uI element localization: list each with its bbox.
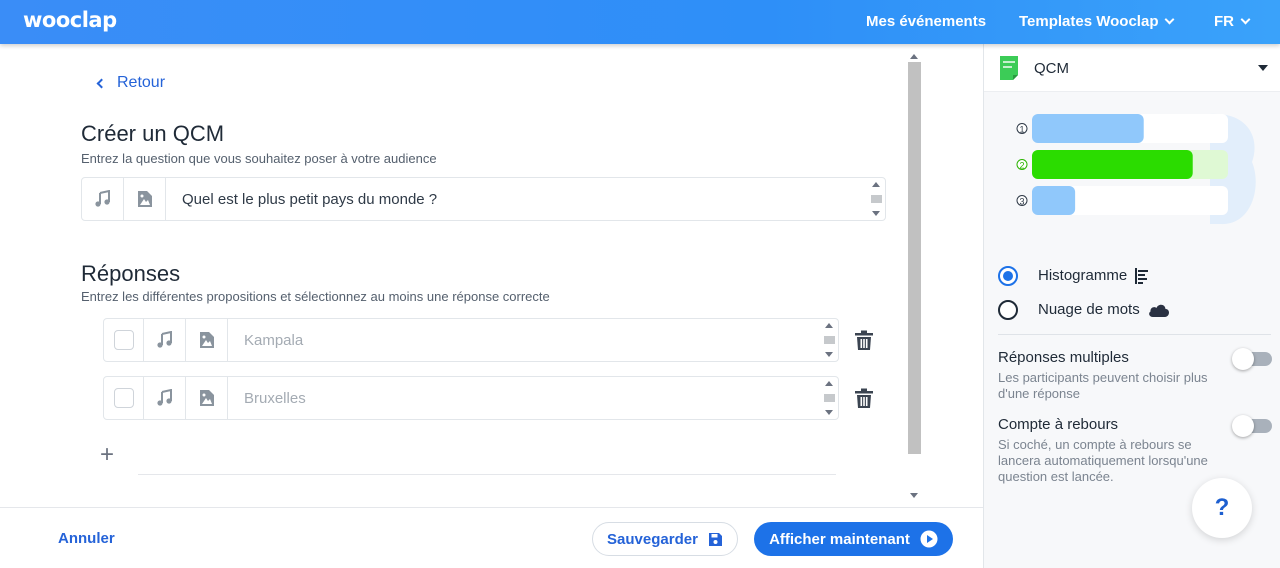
show-now-button[interactable]: Afficher maintenant	[754, 522, 953, 556]
page-title: Créer un QCM	[81, 121, 225, 146]
preview-number: 1	[1019, 125, 1024, 135]
preview-bar	[1032, 114, 1144, 143]
question-type-label: QCM	[1034, 60, 1069, 77]
add-image-button[interactable]	[186, 377, 228, 419]
checkbox-box	[113, 330, 134, 350]
preview-bar	[1032, 186, 1076, 215]
scroll-up-icon	[872, 182, 880, 187]
scroll-up-icon	[910, 54, 918, 59]
save-button-label: Sauvegarder	[607, 530, 698, 548]
floppy-disk-icon	[708, 532, 722, 546]
editor-footer: Annuler Sauvegarder Afficher maintenant	[0, 507, 983, 568]
nav-templates[interactable]: Templates Wooclap	[1019, 13, 1175, 30]
divider	[138, 474, 836, 475]
cancel-button[interactable]: Annuler	[58, 530, 115, 547]
nav-language-label: FR	[1214, 13, 1234, 30]
checkbox-box	[113, 388, 134, 408]
answers-title: Réponses	[81, 261, 181, 286]
music-note-icon	[94, 190, 110, 207]
question-field: Quel est le plus petit pays du monde ?	[81, 177, 886, 221]
delete-answer-button[interactable]	[854, 388, 874, 414]
multiple-answers-title: Réponses multiples	[998, 349, 1129, 366]
question-settings-panel: QCM 1 2 3 Histogramme Nuage de mots Répons…	[983, 44, 1280, 568]
histogram-radio[interactable]	[998, 266, 1018, 286]
multiple-answers-toggle[interactable]	[1232, 348, 1272, 370]
scroll-up-icon	[825, 381, 833, 386]
back-link-label: Retour	[117, 74, 166, 91]
cloud-icon	[1148, 304, 1169, 317]
delete-answer-button[interactable]	[854, 330, 874, 356]
caret-down-icon	[1258, 65, 1268, 71]
answer-row: Kampala	[103, 318, 839, 362]
countdown-title: Compte à rebours	[998, 416, 1119, 433]
scroll-down-icon	[910, 493, 918, 498]
show-now-button-label: Afficher maintenant	[769, 530, 910, 548]
music-note-icon	[156, 389, 172, 406]
scroll-thumb	[870, 195, 882, 203]
save-button[interactable]: Sauvegarder	[592, 522, 738, 556]
preview-bar	[1032, 150, 1193, 179]
play-circle-icon	[920, 530, 938, 548]
scroll-thumb	[823, 394, 835, 402]
add-image-button[interactable]	[186, 319, 228, 361]
scroll-up-icon	[825, 323, 833, 328]
nav-my-events[interactable]: Mes événements	[866, 13, 986, 30]
add-audio-button[interactable]	[144, 319, 186, 361]
nav-my-events-label: Mes événements	[866, 13, 987, 30]
question-scrollbar[interactable]	[867, 178, 885, 220]
trash-icon	[855, 330, 873, 350]
answer-input[interactable]: Bruxelles	[228, 377, 820, 419]
question-type-selector[interactable]: QCM	[984, 44, 1280, 92]
histogram-preview: 1 2 3	[1016, 113, 1256, 225]
wooclap-logo[interactable]: wooclap	[23, 8, 117, 32]
nav-templates-label: Templates Wooclap	[1019, 13, 1159, 30]
back-link[interactable]: Retour	[96, 74, 166, 92]
correct-answer-checkbox[interactable]	[104, 377, 144, 419]
word-cloud-radio[interactable]	[998, 300, 1018, 320]
image-file-icon	[137, 191, 152, 207]
help-button[interactable]: ?	[1192, 478, 1252, 538]
page-subtitle: Entrez la question que vous souhaitez po…	[81, 151, 437, 166]
correct-answer-checkbox[interactable]	[104, 319, 144, 361]
image-file-icon	[199, 390, 214, 406]
add-answer-button[interactable]: +	[100, 441, 114, 469]
question-input[interactable]: Quel est le plus petit pays du monde ?	[166, 178, 867, 220]
preview-number: 2	[1019, 161, 1024, 171]
panel-divider	[998, 334, 1271, 335]
nav-language[interactable]: FR	[1214, 13, 1251, 30]
scroll-down-icon	[872, 211, 880, 216]
histogram-label: Histogramme	[1038, 267, 1128, 284]
editor-scroll-thumb[interactable]	[908, 62, 921, 454]
word-cloud-option[interactable]: Nuage de mots	[1038, 301, 1170, 318]
scroll-thumb	[823, 336, 835, 344]
image-file-icon	[199, 332, 214, 348]
add-image-button[interactable]	[124, 178, 166, 220]
qcm-type-icon	[1000, 56, 1018, 80]
countdown-description: Si coché, un compte à rebours se lancera…	[998, 437, 1208, 484]
chevron-down-icon	[1165, 14, 1175, 25]
chevron-left-icon	[96, 78, 107, 88]
scroll-down-icon	[825, 352, 833, 357]
preview-number: 3	[1019, 197, 1024, 207]
answer-row: Bruxelles	[103, 376, 839, 420]
add-audio-button[interactable]	[82, 178, 124, 220]
trash-icon	[855, 388, 873, 408]
editor-scrollbar[interactable]	[906, 52, 922, 502]
answer-input[interactable]: Kampala	[228, 319, 820, 361]
histogram-icon	[1135, 267, 1149, 284]
chevron-down-icon	[1240, 14, 1251, 25]
word-cloud-label: Nuage de mots	[1038, 301, 1140, 318]
top-bar: wooclap Mes événements Templates Wooclap…	[0, 0, 1280, 44]
answer-scrollbar[interactable]	[820, 319, 838, 361]
countdown-toggle[interactable]	[1232, 415, 1272, 437]
question-editor: Retour Créer un QCM Entrez la question q…	[0, 44, 983, 507]
answers-subtitle: Entrez les différentes propositions et s…	[81, 289, 550, 304]
histogram-option[interactable]: Histogramme	[1038, 267, 1149, 284]
music-note-icon	[156, 331, 172, 348]
add-audio-button[interactable]	[144, 377, 186, 419]
multiple-answers-description: Les participants peuvent choisir plus d'…	[998, 370, 1208, 401]
scroll-down-icon	[825, 410, 833, 415]
answer-scrollbar[interactable]	[820, 377, 838, 419]
